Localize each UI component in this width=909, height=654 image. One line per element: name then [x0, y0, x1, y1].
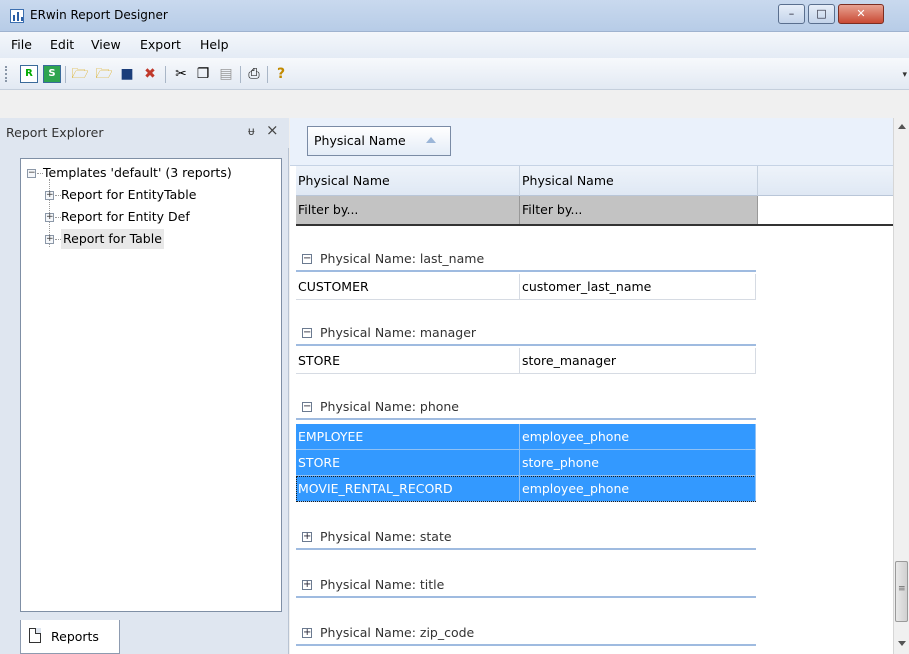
tree-item-label: Report for EntityTable [61, 187, 197, 202]
open-folder-alt-icon[interactable]: 🗁 [95, 65, 113, 83]
collapse-icon[interactable]: − [302, 254, 312, 264]
menu-help[interactable]: Help [200, 37, 229, 52]
new-solution-icon[interactable] [43, 65, 61, 83]
group-label: Physical Name: phone [320, 399, 460, 414]
column-header[interactable]: Physical Name [520, 166, 758, 196]
document-icon [29, 628, 41, 643]
copy-icon[interactable]: ❐ [194, 65, 212, 83]
paste-icon[interactable]: ▤ [217, 65, 235, 83]
expand-icon[interactable]: + [45, 191, 54, 200]
menu-bar: File Edit View Export Help [0, 32, 909, 58]
table-row[interactable]: STORE store_manager [296, 348, 756, 374]
expand-icon[interactable]: + [45, 235, 54, 244]
tree-root-label: Templates 'default' (3 reports) [43, 165, 232, 180]
expand-icon[interactable]: + [45, 213, 54, 222]
table-cell: STORE [296, 348, 520, 373]
table-cell: STORE [296, 450, 520, 475]
menu-edit[interactable]: Edit [50, 37, 74, 52]
tree-item-label: Report for Entity Def [61, 209, 190, 224]
tree-root[interactable]: − Templates 'default' (3 reports) [21, 163, 281, 183]
delete-icon[interactable]: ✖ [141, 65, 159, 83]
tree-item-selected[interactable]: + Report for Table [21, 229, 281, 249]
collapse-icon[interactable]: − [27, 169, 36, 178]
group-row[interactable]: − Physical Name: manager [296, 320, 756, 346]
expand-icon[interactable]: + [302, 628, 312, 638]
table-cell: store_manager [520, 348, 756, 373]
panel-header: Report Explorer ᵾ × [0, 118, 289, 148]
toolbar-overflow-icon[interactable]: ▾ [902, 70, 907, 80]
menu-view[interactable]: View [91, 37, 121, 52]
scrollbar-thumb[interactable] [895, 561, 908, 622]
table-cell: CUSTOMER [296, 274, 520, 299]
toolbar-separator [65, 66, 66, 83]
filter-row: Filter by... Filter by... [296, 196, 893, 226]
save-icon[interactable]: ■ [118, 65, 136, 83]
scroll-up-icon[interactable] [898, 124, 906, 129]
grid-header: Physical Name Physical Name [296, 166, 893, 196]
collapse-icon[interactable]: − [302, 328, 312, 338]
report-tree[interactable]: − Templates 'default' (3 reports) + Repo… [20, 158, 282, 612]
tab-reports[interactable]: Reports [20, 620, 120, 654]
table-cell: EMPLOYEE [296, 424, 520, 449]
tree-item-label: Report for Table [61, 229, 164, 249]
toolbar-separator [267, 66, 268, 83]
group-row[interactable]: − Physical Name: phone [296, 394, 756, 420]
toolbar-grip[interactable] [5, 66, 7, 82]
table-cell: MOVIE_RENTAL_RECORD [296, 476, 520, 501]
new-report-icon[interactable] [20, 65, 38, 83]
group-row[interactable]: + Physical Name: zip_code [296, 620, 756, 646]
collapse-icon[interactable]: − [302, 402, 312, 412]
filter-field[interactable]: Filter by... [520, 196, 758, 224]
maximize-button[interactable]: □ [808, 4, 835, 24]
group-label: Physical Name: title [320, 577, 445, 592]
report-grid-panel: Physical Name Physical Name Physical Nam… [290, 118, 893, 654]
sort-ascending-icon[interactable] [426, 137, 436, 143]
group-label: Physical Name: manager [320, 325, 477, 340]
expand-icon[interactable]: + [302, 532, 312, 542]
group-by-area[interactable]: Physical Name [290, 118, 893, 166]
group-row[interactable]: + Physical Name: state [296, 524, 756, 550]
table-row[interactable]: CUSTOMER customer_last_name [296, 274, 756, 300]
title-bar: ERwin Report Designer – □ ✕ [0, 0, 909, 32]
group-by-chip[interactable]: Physical Name [307, 126, 451, 156]
group-label: Physical Name: last_name [320, 251, 485, 266]
panel-title: Report Explorer [6, 125, 104, 140]
tree-item[interactable]: + Report for EntityTable [21, 185, 281, 205]
close-button[interactable]: ✕ [838, 4, 884, 24]
group-label: Physical Name: state [320, 529, 452, 544]
table-cell: employee_phone [520, 424, 756, 449]
group-row[interactable]: + Physical Name: title [296, 572, 756, 598]
table-row-selected[interactable]: MOVIE_RENTAL_RECORD employee_phone [296, 476, 756, 502]
report-explorer-panel: Report Explorer ᵾ × − Templates 'default… [0, 118, 289, 654]
table-cell: employee_phone [520, 476, 756, 501]
table-row-selected[interactable]: STORE store_phone [296, 450, 756, 476]
pin-icon[interactable]: ᵾ [248, 124, 255, 138]
vertical-scrollbar[interactable] [893, 118, 909, 654]
app-icon [10, 9, 24, 23]
menu-export[interactable]: Export [140, 37, 181, 52]
table-cell: store_phone [520, 450, 756, 475]
group-by-label: Physical Name [314, 133, 406, 148]
tab-reports-label: Reports [51, 629, 99, 644]
minimize-button[interactable]: – [778, 4, 805, 24]
table-cell: customer_last_name [520, 274, 756, 299]
group-label: Physical Name: zip_code [320, 625, 475, 640]
help-icon[interactable]: ? [272, 65, 290, 83]
toolbar: 🗁 🗁 ■ ✖ ✂ ❐ ▤ ⎙ ? ▾ [0, 58, 909, 90]
group-row[interactable]: − Physical Name: last_name [296, 246, 756, 272]
close-panel-icon[interactable]: × [266, 121, 279, 139]
filter-field[interactable]: Filter by... [296, 196, 520, 224]
tree-item[interactable]: + Report for Entity Def [21, 207, 281, 227]
scroll-down-icon[interactable] [898, 641, 906, 646]
cut-icon[interactable]: ✂ [172, 65, 190, 83]
table-row-selected[interactable]: EMPLOYEE employee_phone [296, 424, 756, 450]
print-icon[interactable]: ⎙ [245, 65, 263, 83]
open-folder-icon[interactable]: 🗁 [71, 65, 89, 83]
toolbar-separator [240, 66, 241, 83]
toolbar-separator [165, 66, 166, 83]
menu-file[interactable]: File [11, 37, 32, 52]
window-title: ERwin Report Designer [30, 8, 168, 22]
expand-icon[interactable]: + [302, 580, 312, 590]
column-header[interactable]: Physical Name [296, 166, 520, 196]
